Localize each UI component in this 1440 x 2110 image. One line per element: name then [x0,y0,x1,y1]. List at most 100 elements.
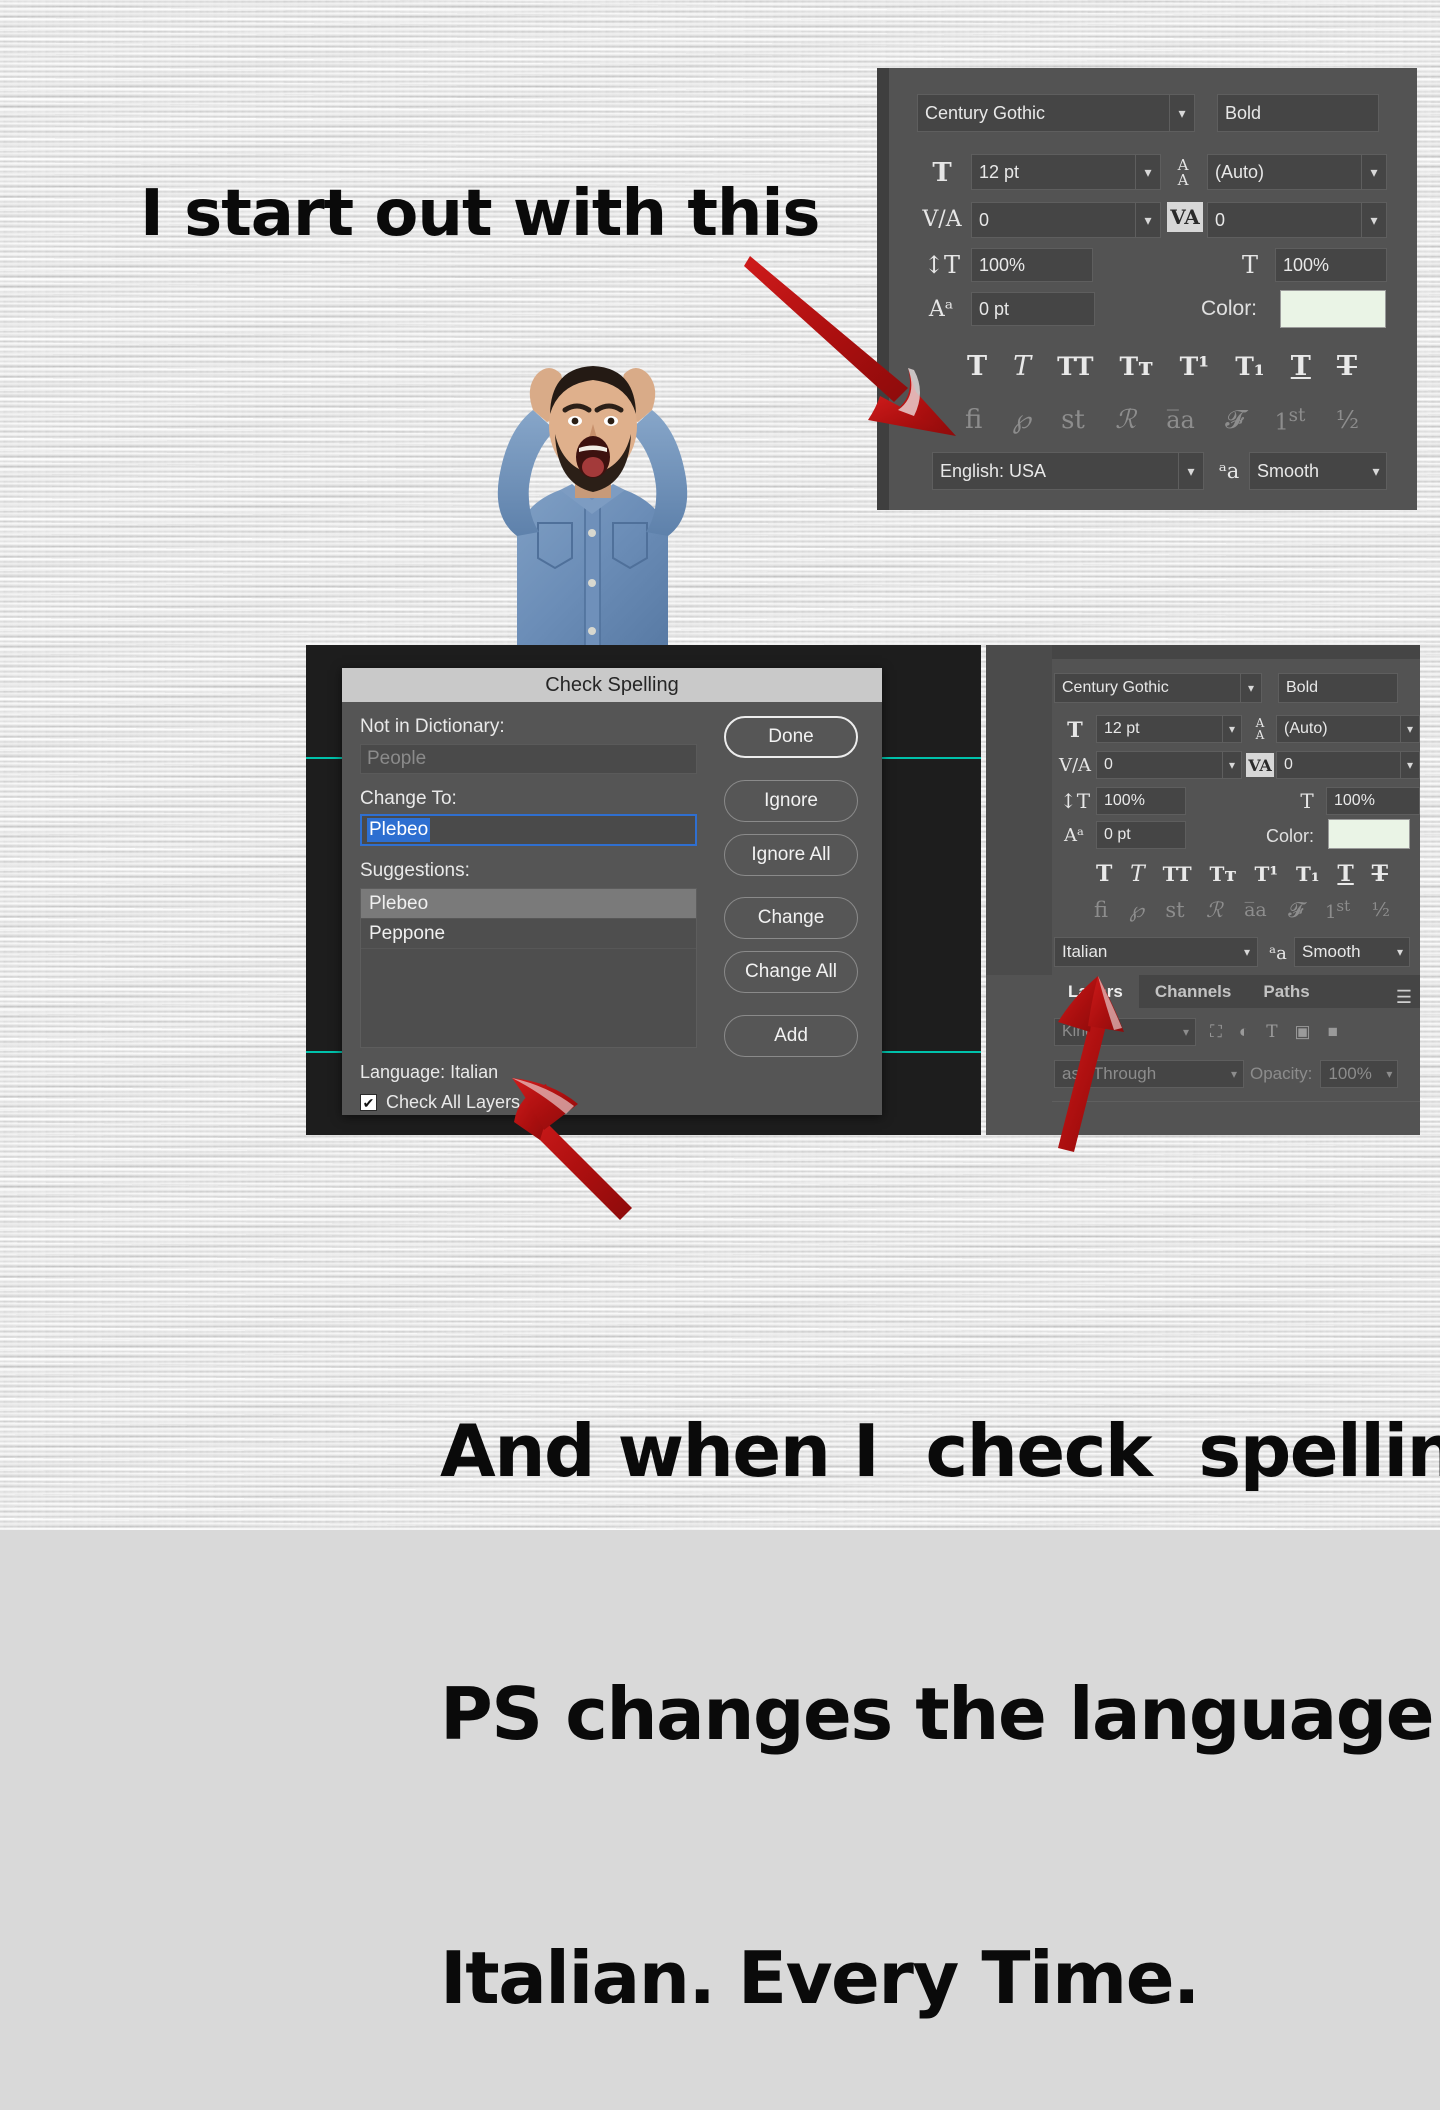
tab-channels[interactable]: Channels [1138,975,1248,1008]
opacity-field[interactable]: 100% ▾ [1320,1060,1399,1088]
font-family-field[interactable]: Century Gothic ▾ [917,94,1195,132]
titling-alternates-icon[interactable]: 𝓕 [1225,405,1244,436]
filter-shape-icon[interactable]: ▣ [1295,1022,1311,1042]
leading-field[interactable]: (Auto) ▾ [1207,154,1387,190]
language-dropdown[interactable]: English: USA ▾ [932,452,1204,490]
font-family-field[interactable]: Century Gothic ▾ [1054,673,1262,703]
chevron-down-icon[interactable]: ▾ [1178,453,1203,489]
filter-image-icon[interactable]: ⛶ [1210,1022,1222,1042]
all-caps-icon[interactable]: TT [1163,862,1192,886]
chevron-down-icon[interactable]: ▾ [1222,752,1241,778]
swash-icon[interactable]: ℛ [1206,898,1223,922]
underline-icon[interactable]: T [1291,351,1311,382]
filter-adjustment-icon[interactable]: ◐ [1239,1022,1249,1042]
blend-mode-dropdown[interactable]: ass Through ▾ [1054,1060,1244,1088]
horizontal-scale-field[interactable]: 100% [1326,787,1420,815]
change-all-button[interactable]: Change All [724,951,858,993]
type-style-buttons[interactable]: T T TT Tт T¹ T₁ T T [1096,859,1388,889]
type-style-buttons[interactable]: T T TT Tт T¹ T₁ T T [967,346,1357,386]
filter-type-icon[interactable]: T [1266,1022,1277,1042]
opentype-buttons[interactable]: fi ℘ st ℛ a̅a 𝓕 1st ½ [965,400,1359,440]
discretionary-ligatures-icon[interactable]: st [1061,405,1085,435]
standard-ligatures-icon[interactable]: fi [965,405,982,435]
font-size-field[interactable]: 12 pt ▾ [1096,715,1242,743]
done-button[interactable]: Done [724,716,858,758]
faux-bold-icon[interactable]: T [1096,861,1112,887]
ignore-all-button[interactable]: Ignore All [724,834,858,876]
small-caps-icon[interactable]: Tт [1209,862,1236,886]
standard-ligatures-icon[interactable]: fi [1094,898,1108,922]
check-all-layers-row[interactable]: ✔ Check All Layers [360,1092,520,1113]
superscript-icon[interactable]: T¹ [1255,862,1279,886]
filter-smartobject-icon[interactable]: ■ [1328,1022,1338,1042]
chevron-down-icon[interactable]: ▾ [1135,203,1160,237]
suggestions-list[interactable]: Plebeo Peppone [360,888,697,1048]
chevron-down-icon[interactable]: ▾ [1177,1019,1195,1045]
faux-italic-icon[interactable]: T [1130,862,1145,887]
font-size-field[interactable]: 12 pt ▾ [971,154,1161,190]
contextual-alternates-icon[interactable]: ℘ [1129,898,1144,922]
chevron-down-icon[interactable]: ▾ [1400,752,1419,778]
change-button[interactable]: Change [724,897,858,939]
chevron-down-icon[interactable]: ▾ [1361,155,1386,189]
superscript-icon[interactable]: T¹ [1180,352,1210,381]
fractions-icon[interactable]: ½ [1372,899,1390,921]
layer-filter-icons[interactable]: ⛶ ◐ T ▣ ■ [1210,1022,1338,1042]
tracking-field[interactable]: 0 ▾ [1276,751,1420,779]
tab-layers[interactable]: Layers [1052,975,1139,1008]
fractions-icon[interactable]: ½ [1336,406,1359,434]
blend-opacity-row[interactable]: ass Through ▾ Opacity: 100% ▾ [1052,1057,1420,1091]
vertical-scale-field[interactable]: 100% [1096,787,1186,815]
kerning-field[interactable]: 0 ▾ [1096,751,1242,779]
text-color-swatch[interactable] [1280,290,1386,328]
opentype-buttons[interactable]: fi ℘ st ℛ a̅a 𝓕 1st ½ [1094,895,1390,925]
faux-italic-icon[interactable]: T [1013,351,1031,382]
font-style-field[interactable]: Bold [1217,94,1379,132]
chevron-down-icon[interactable]: ▾ [1237,938,1257,966]
list-item[interactable]: Plebeo [361,889,696,919]
oldstyle-icon[interactable]: a̅a [1166,406,1195,434]
strikethrough-icon[interactable]: T [1337,351,1357,382]
underline-icon[interactable]: T [1337,861,1353,887]
chevron-down-icon[interactable]: ▾ [1135,155,1160,189]
vertical-scale-field[interactable]: 100% [971,248,1093,282]
layer-filter-row[interactable]: Kind ▾ ⛶ ◐ T ▣ ■ [1052,1015,1420,1049]
chevron-down-icon[interactable]: ▾ [1366,453,1386,489]
chevron-down-icon[interactable]: ▾ [1169,95,1194,131]
swash-icon[interactable]: ℛ [1115,405,1136,435]
baseline-shift-field[interactable]: 0 pt [971,292,1095,326]
subscript-icon[interactable]: T₁ [1235,352,1265,381]
chevron-down-icon[interactable]: ▾ [1391,938,1409,966]
contextual-alternates-icon[interactable]: ℘ [1013,405,1031,435]
language-dropdown[interactable]: Italian ▾ [1054,937,1258,967]
faux-bold-icon[interactable]: T [967,351,987,382]
titling-alternates-icon[interactable]: 𝓕 [1288,898,1304,923]
check-all-layers-checkbox[interactable]: ✔ [360,1094,377,1111]
all-caps-icon[interactable]: TT [1057,352,1093,381]
subscript-icon[interactable]: T₁ [1296,862,1320,886]
antialias-dropdown[interactable]: Smooth ▾ [1294,937,1410,967]
ordinals-icon[interactable]: 1st [1275,405,1306,435]
layers-tabs[interactable]: Layers Channels Paths ☰ [1052,975,1420,1008]
add-button[interactable]: Add [724,1015,858,1057]
baseline-shift-field[interactable]: 0 pt [1096,821,1186,849]
leading-field[interactable]: (Auto) ▾ [1276,715,1420,743]
chevron-down-icon[interactable]: ▾ [1240,674,1261,702]
panel-menu-icon[interactable]: ☰ [1396,987,1420,1008]
small-caps-icon[interactable]: Tт [1119,352,1153,381]
chevron-down-icon[interactable]: ▾ [1361,203,1386,237]
tab-paths[interactable]: Paths [1247,975,1326,1008]
strikethrough-icon[interactable]: T [1372,861,1388,887]
chevron-down-icon[interactable]: ▾ [1381,1061,1397,1087]
change-to-field[interactable]: Plebeo [360,814,697,846]
text-color-swatch[interactable] [1328,819,1410,849]
panel-icon-rail[interactable] [986,645,1052,975]
font-style-field[interactable]: Bold [1278,673,1398,703]
chevron-down-icon[interactable]: ▾ [1222,716,1241,742]
kerning-field[interactable]: 0 ▾ [971,202,1161,238]
horizontal-scale-field[interactable]: 100% [1275,248,1387,282]
antialias-dropdown[interactable]: Smooth ▾ [1249,452,1387,490]
chevron-down-icon[interactable]: ▾ [1225,1061,1243,1087]
oldstyle-icon[interactable]: a̅a [1244,899,1267,921]
ignore-button[interactable]: Ignore [724,780,858,822]
